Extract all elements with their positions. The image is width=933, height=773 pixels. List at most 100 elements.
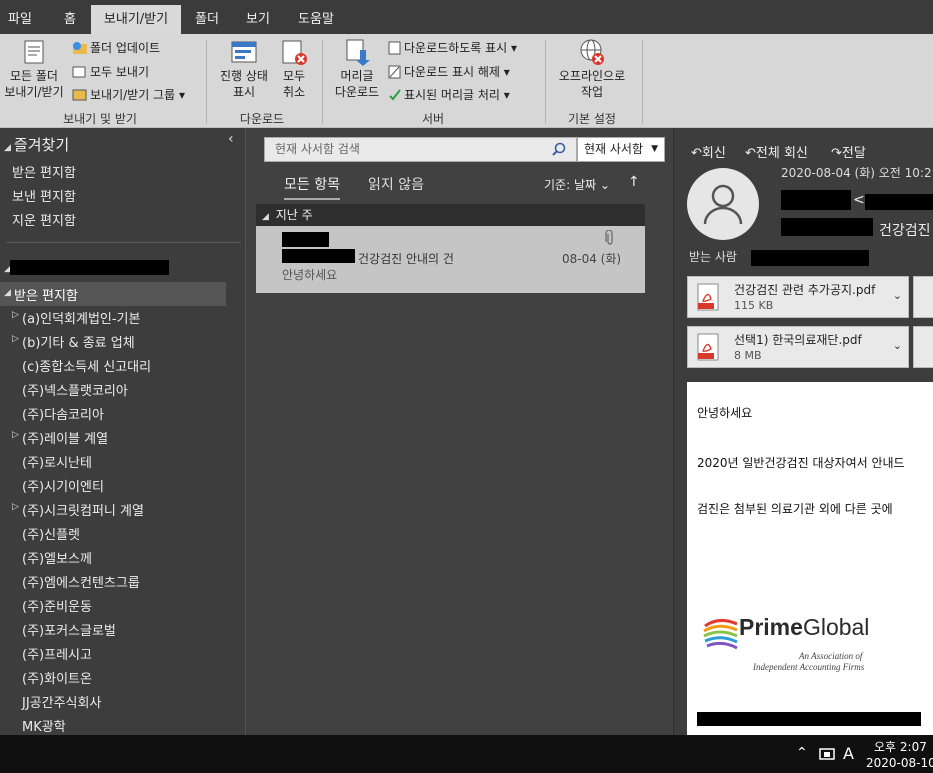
label: 전달 [841,146,866,161]
reply-all-button[interactable]: ↶전체 회신 [745,142,808,161]
tab-send-receive[interactable]: 보내기/받기 [91,5,181,35]
subfolder-label: (주)시크릿컴퍼니 계열 [22,504,144,519]
subfolder-item[interactable]: (주)준비운동 [22,596,92,615]
redacted-sender-email [865,194,933,210]
subfolder-label: (b)기타 & 종료 업체 [22,336,135,351]
expand-triangle-icon[interactable]: ▷ [12,502,19,512]
tab-unread[interactable]: 읽지 않음 [368,174,424,194]
search-placeholder: 현재 사서함 검색 [275,142,360,156]
attachment-item[interactable]: 건강검진 관련 추가공지.pdf 115 KB ⌄ [687,276,909,318]
redacted-sender-name [781,190,851,210]
collapse-pane-icon[interactable]: ‹ [228,131,234,147]
subfolder-item[interactable]: (주)시기이엔티 [22,476,104,495]
send-all-icon [72,66,86,78]
label: 표시 [232,85,256,99]
ribbon: 모든 폴더 보내기/받기 폴더 업데이트 모두 보내기 보내기/받기 그룹 ▾ … [0,34,933,128]
process-marked-button[interactable]: 표시된 머리글 처리 ▾ [388,85,510,105]
send-receive-all-button[interactable]: 모든 폴더 보내기/받기 [0,38,68,100]
reply-icon: ↶ [691,146,702,161]
subfolder-item[interactable]: JJ공간주식회사 [22,692,101,711]
subfolder-item[interactable]: (주)화이트온 [22,668,92,687]
send-receive-icon [24,40,44,64]
search-icon[interactable] [552,142,566,156]
download-headers-icon [346,39,370,66]
tab-file[interactable]: 파일 [0,5,40,34]
label: 모두 보내기 [90,65,150,79]
groups-icon [72,89,87,101]
reply-button[interactable]: ↶회신 [691,142,726,161]
chevron-up-icon[interactable]: ⌃ [796,745,808,761]
redacted-recipient [751,250,869,266]
ime-indicator[interactable]: A [843,744,854,763]
subfolder-label: (주)신플렛 [22,528,80,543]
body-line: 안녕하세요 [697,406,753,420]
subfolder-item[interactable]: (주)엘보스께 [22,548,92,567]
attachment-item[interactable]: 선택1) 한국의료재단.pdf 8 MB ⌄ [687,326,909,368]
cancel-icon [282,40,307,65]
message-list: 현재 사서함 검색 현재 사서함 ▼ 모든 항목 읽지 않음 기준: 날짜 ⌄ ↑… [247,128,674,735]
sort-direction-button[interactable]: ↑ [628,174,640,190]
network-icon[interactable] [818,747,836,763]
attachment-icon [605,230,613,245]
download-headers-button[interactable]: 머리글 다운로드 [330,38,384,100]
search-input[interactable]: 현재 사서함 검색 [264,137,577,162]
subfolder-item[interactable]: MK광학 [22,716,66,735]
subfolder-item[interactable]: (주)엠에스컨텐츠그룹 [22,572,140,591]
tab-home[interactable]: 홈 [52,5,88,34]
label: 기준: 날짜 [544,178,597,192]
sr-groups-button[interactable]: 보내기/받기 그룹 ▾ [72,85,185,105]
subfolder-item[interactable]: (주)프레시고 [22,644,92,663]
sort-by-dropdown[interactable]: 기준: 날짜 ⌄ [544,176,610,193]
clock-date[interactable]: 2020-08-10 [866,756,933,770]
subfolder-item[interactable]: (주)넥스플랫코리아 [22,380,128,399]
favorite-inbox[interactable]: 받은 편지함 [12,162,76,181]
label: 전체 회신 [755,146,808,161]
favorites-header[interactable]: ◢ 즐겨찾기 [4,134,69,155]
tab-all-items[interactable]: 모든 항목 [284,174,340,200]
subfolder-item[interactable]: (주)다솜코리아 [22,404,104,423]
favorite-sent[interactable]: 보낸 편지함 [12,186,76,205]
update-folder-button[interactable]: 폴더 업데이트 [72,38,160,58]
label: 오프라인으로 [558,69,626,83]
work-offline-button[interactable]: 오프라인으로 작업 [552,38,632,100]
attachment-item-partial[interactable] [913,326,933,368]
tab-help[interactable]: 도움말 [288,5,344,34]
forward-icon: ↷ [831,146,842,161]
ribbon-divider [322,40,323,124]
subfolder-item[interactable]: (주)신플렛 [22,524,80,543]
tab-view[interactable]: 보기 [236,5,280,34]
unmark-download-icon [388,65,401,79]
clock-time[interactable]: 오후 2:07 [874,738,927,755]
subfolder-item[interactable]: ▷ (주)시크릿컴퍼니 계열 [12,500,144,519]
subfolder-item[interactable]: ▷ (b)기타 & 종료 업체 [12,332,135,351]
tab-folder[interactable]: 폴더 [185,5,229,34]
subfolder-item[interactable]: ▷ (주)레이블 계열 [12,428,108,447]
expand-triangle-icon[interactable]: ▷ [12,430,19,440]
label: 표시된 머리글 처리 [404,88,500,102]
group-header[interactable]: ◢ 지난 주 [256,204,645,226]
chevron-down-icon[interactable]: ⌄ [893,339,902,352]
search-scope-dropdown[interactable]: 현재 사서함 ▼ [577,137,665,162]
message-item[interactable]: 건강검진 안내의 건 08-04 (화) 안녕하세요 [256,226,645,293]
label: 보내기/받기 [4,85,64,99]
subfolder-item[interactable]: (주)로시난테 [22,452,92,471]
mark-download-button[interactable]: 다운로드하도록 표시 ▾ [388,38,517,58]
subfolder-item[interactable]: (c)종합소득세 신고대리 [22,356,151,375]
label: 다운로드 [334,85,380,99]
cancel-all-button[interactable]: 모두 취소 [276,38,312,100]
subfolder-item[interactable]: (주)포커스글로벌 [22,620,116,639]
redacted-sender [282,232,329,247]
attachment-item-partial[interactable] [913,276,933,318]
forward-button[interactable]: ↷전달 [831,142,866,161]
inbox-folder[interactable]: ◢ 받은 편지함 [0,282,226,306]
body-line: 2020년 일반건강검진 대상자여서 안내드 [697,456,905,470]
unmark-download-button[interactable]: 다운로드 표시 해제 ▾ [388,62,510,82]
send-all-button[interactable]: 모두 보내기 [72,62,149,82]
expand-triangle-icon[interactable]: ▷ [12,310,19,320]
chevron-down-icon[interactable]: ⌄ [893,289,902,302]
collapse-triangle-icon: ◢ [262,212,269,222]
favorite-deleted[interactable]: 지운 편지함 [12,210,76,229]
subfolder-item[interactable]: ▷ (a)인덕회계법인-기본 [12,308,140,327]
show-progress-button[interactable]: 진행 상태 표시 [212,38,276,100]
expand-triangle-icon[interactable]: ▷ [12,334,19,344]
